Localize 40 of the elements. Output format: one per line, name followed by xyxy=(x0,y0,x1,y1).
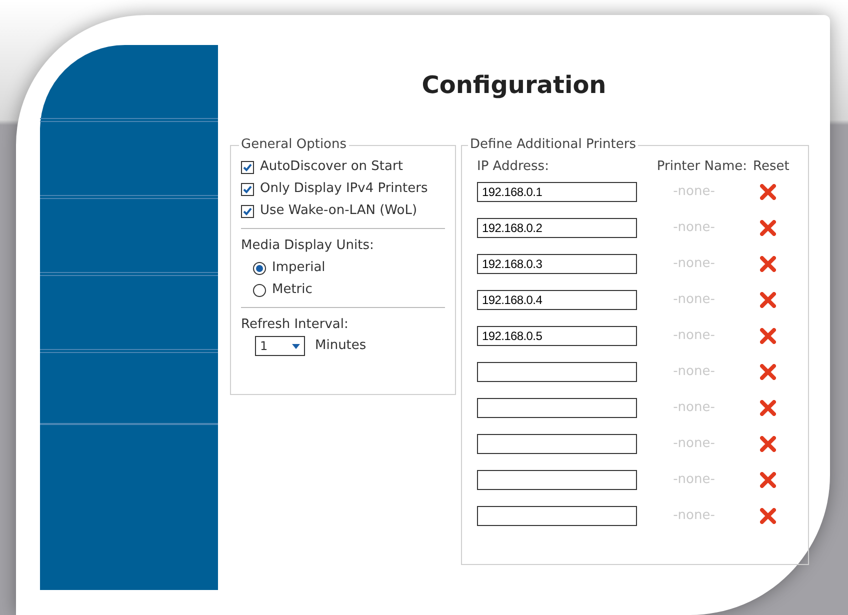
radio-button[interactable] xyxy=(253,262,266,274)
radio-option[interactable]: Imperial xyxy=(253,259,445,277)
group-legend: General Options xyxy=(239,137,349,153)
reset-icon[interactable] xyxy=(760,292,776,308)
ip-address-field[interactable]: 192.168.0.1 xyxy=(477,182,637,202)
interval-dropdown[interactable]: 1 xyxy=(255,336,305,356)
reset-icon[interactable] xyxy=(760,328,776,344)
reset-icon[interactable] xyxy=(760,472,776,488)
checkbox-option[interactable]: Use Wake-on-LAN (WoL) xyxy=(241,202,445,220)
column-header: Reset xyxy=(753,158,790,176)
ip-address-field[interactable] xyxy=(477,362,637,382)
caret-icon xyxy=(292,344,300,348)
ip-address-field[interactable]: 192.168.0.3 xyxy=(477,254,637,274)
checkbox[interactable] xyxy=(241,204,254,218)
reset-icon[interactable] xyxy=(760,184,776,200)
column-header: Printer Name: xyxy=(656,158,748,176)
reset-icon[interactable] xyxy=(760,436,776,452)
reset-icon[interactable] xyxy=(760,364,776,380)
field-label: Media Display Units: xyxy=(241,237,375,255)
checkbox-option[interactable]: AutoDiscover on Start xyxy=(241,158,445,176)
reset-icon[interactable] xyxy=(760,508,776,524)
unit-label: Minutes xyxy=(315,337,366,356)
checkbox[interactable] xyxy=(241,182,254,196)
field-label: Refresh Interval: xyxy=(241,316,350,334)
page-title: Configuration xyxy=(422,73,606,97)
ip-address-field[interactable] xyxy=(477,434,637,454)
reset-icon[interactable] xyxy=(760,256,776,272)
radio-option[interactable]: Metric xyxy=(253,281,445,299)
radio-button[interactable] xyxy=(253,284,266,296)
checkbox-option[interactable]: Only Display IPv4 Printers xyxy=(241,180,445,198)
ip-address-field[interactable]: 192.168.0.4 xyxy=(477,290,637,310)
ip-address-field[interactable]: 192.168.0.5 xyxy=(477,326,637,346)
checkbox[interactable] xyxy=(241,160,254,174)
ip-address-field[interactable] xyxy=(477,470,637,490)
column-header: IP Address: xyxy=(477,158,550,176)
reset-icon[interactable] xyxy=(760,220,776,236)
ip-address-field[interactable] xyxy=(477,398,637,418)
ip-address-field[interactable] xyxy=(477,506,637,526)
ip-address-field[interactable]: 192.168.0.2 xyxy=(477,218,637,238)
reset-icon[interactable] xyxy=(760,400,776,416)
